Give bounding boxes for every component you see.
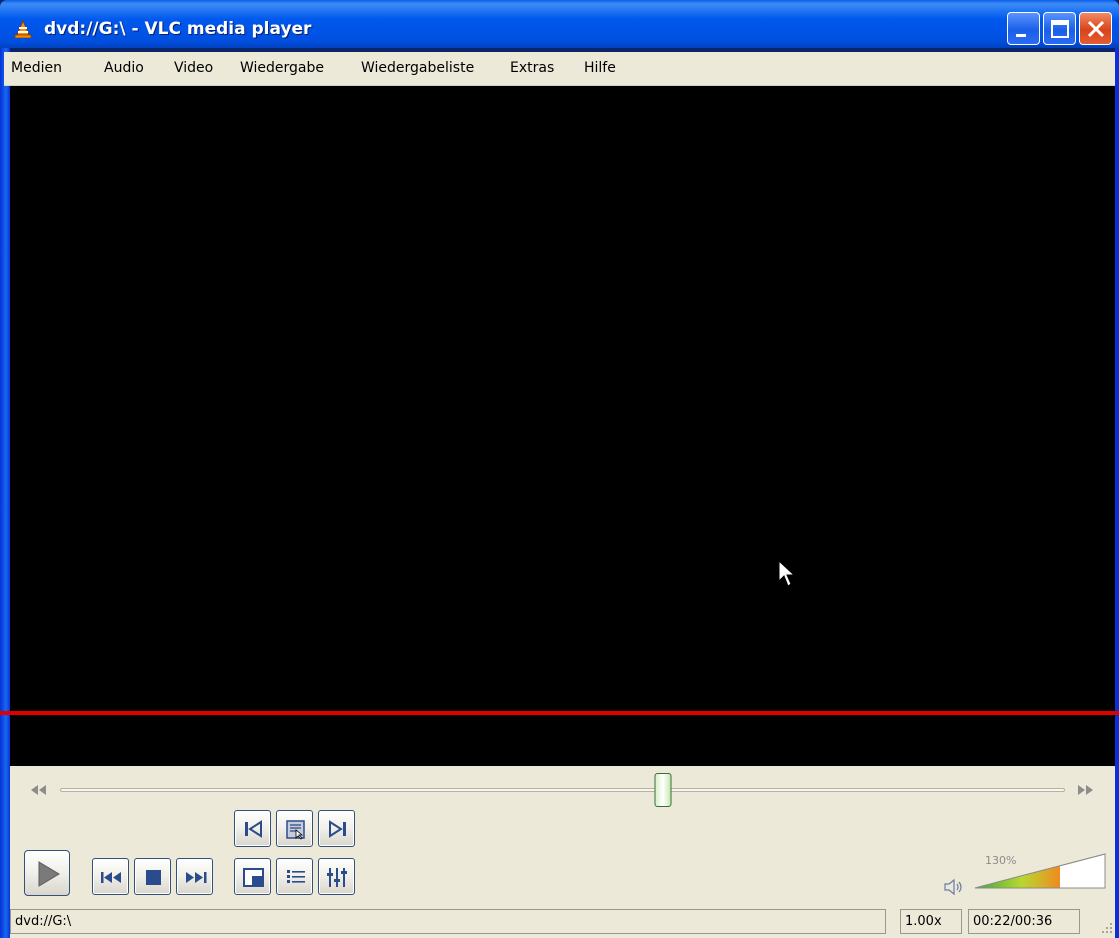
window-title: dvd://G:\ - VLC media player bbox=[44, 19, 312, 39]
previous-button[interactable] bbox=[92, 858, 129, 895]
red-indicator-line bbox=[0, 711, 1119, 715]
status-time[interactable]: 00:22/00:36 bbox=[968, 909, 1080, 934]
previous-icon bbox=[101, 872, 121, 883]
mouse-cursor-icon bbox=[778, 560, 796, 587]
close-button[interactable] bbox=[1079, 12, 1112, 45]
next-icon bbox=[186, 872, 207, 883]
menu-hilfe[interactable]: Hilfe bbox=[584, 60, 616, 76]
seek-back-icon[interactable] bbox=[28, 782, 50, 798]
window-frame-right bbox=[1115, 48, 1119, 938]
title-bar[interactable]: dvd://G:\ - VLC media player bbox=[0, 0, 1119, 48]
minimize-button[interactable] bbox=[1007, 12, 1040, 45]
playlist-icon bbox=[287, 870, 305, 883]
play-icon bbox=[38, 861, 60, 887]
stop-icon bbox=[146, 870, 161, 885]
fullscreen-icon bbox=[243, 868, 264, 887]
vlc-cone-icon bbox=[14, 20, 32, 38]
volume-fill bbox=[975, 854, 1060, 888]
resize-grip-icon[interactable] bbox=[1100, 921, 1114, 935]
snapshot-icon bbox=[286, 820, 305, 840]
play-button[interactable] bbox=[24, 850, 70, 896]
status-speed[interactable]: 1.00x bbox=[900, 909, 962, 934]
equalizer-icon bbox=[327, 868, 347, 887]
seek-slider[interactable] bbox=[60, 773, 1065, 807]
next-button[interactable] bbox=[176, 858, 213, 895]
skip-forward-icon bbox=[329, 820, 346, 838]
menu-video[interactable]: Video bbox=[174, 60, 213, 76]
skip-back-icon bbox=[245, 820, 262, 838]
menu-medien[interactable]: Medien bbox=[11, 60, 62, 76]
fullscreen-button[interactable] bbox=[234, 858, 271, 895]
volume-slider[interactable] bbox=[973, 850, 1109, 892]
menu-audio[interactable]: Audio bbox=[104, 60, 144, 76]
playlist-button[interactable] bbox=[276, 858, 313, 895]
equalizer-button[interactable] bbox=[318, 858, 355, 895]
frame-forward-button[interactable] bbox=[318, 810, 355, 847]
snapshot-button[interactable] bbox=[276, 810, 313, 847]
video-area[interactable] bbox=[10, 86, 1115, 766]
status-media: dvd://G:\ bbox=[10, 909, 886, 934]
menu-extras[interactable]: Extras bbox=[510, 60, 554, 76]
maximize-button[interactable] bbox=[1043, 12, 1076, 45]
speaker-icon[interactable] bbox=[942, 877, 964, 897]
vlc-window: dvd://G:\ - VLC media player Medien Audi… bbox=[0, 0, 1119, 938]
stop-button[interactable] bbox=[134, 858, 171, 895]
seek-forward-icon[interactable] bbox=[1074, 782, 1096, 798]
menu-bar: Medien Audio Video Wiedergabe Wiedergabe… bbox=[4, 52, 1115, 86]
frame-back-button[interactable] bbox=[234, 810, 271, 847]
status-bar: dvd://G:\ 1.00x 00:22/00:36 bbox=[10, 907, 1115, 938]
minimize-icon bbox=[1016, 34, 1026, 37]
maximize-icon bbox=[1051, 20, 1069, 38]
menu-wiedergabe[interactable]: Wiedergabe bbox=[240, 60, 324, 76]
close-icon bbox=[1087, 20, 1105, 38]
menu-wiedergabeliste[interactable]: Wiedergabeliste bbox=[361, 60, 474, 76]
seek-handle[interactable] bbox=[654, 773, 672, 807]
window-frame-left bbox=[0, 48, 10, 938]
